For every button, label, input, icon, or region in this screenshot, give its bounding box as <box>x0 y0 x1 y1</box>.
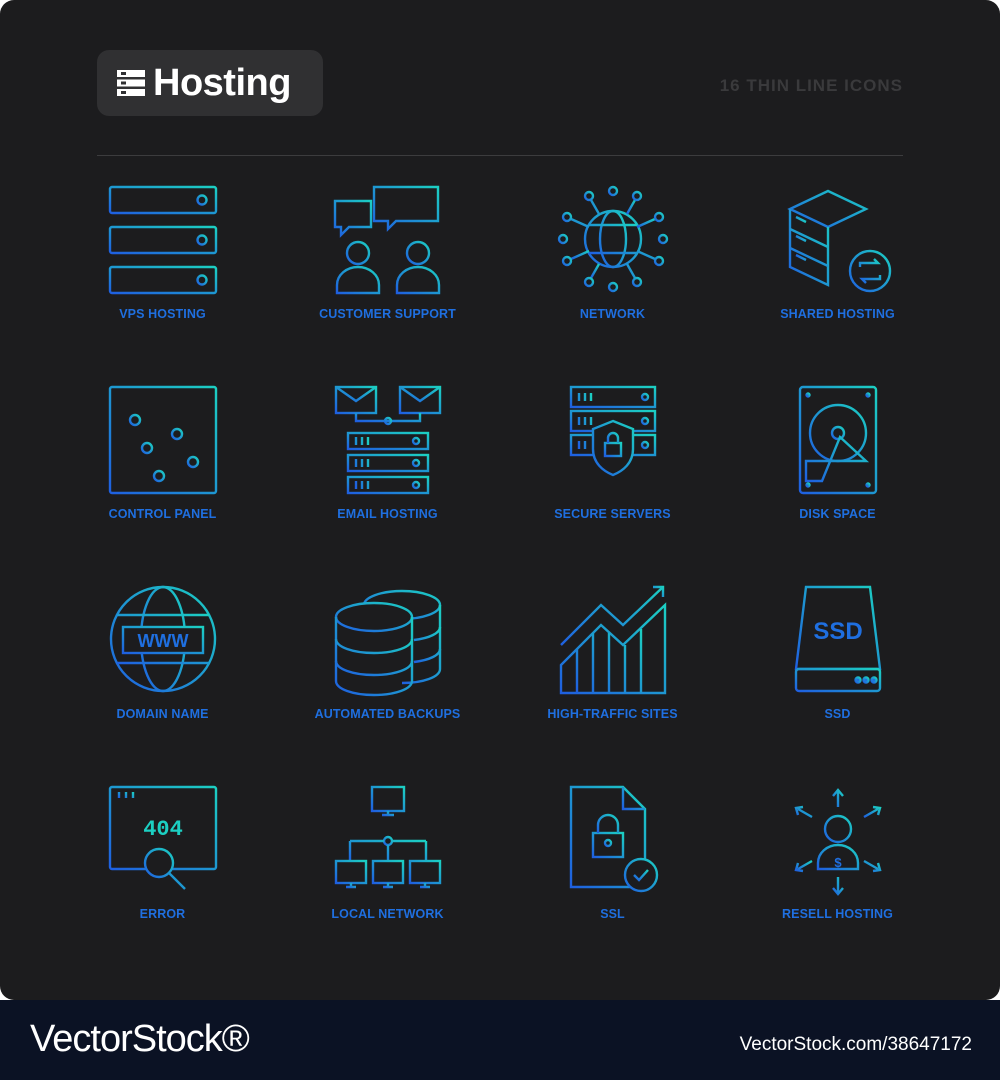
icon-grid: VPS HOSTING CUSTOMER SUPPORT NETWORK SHA… <box>0 0 1000 1000</box>
icon-label: AUTOMATED BACKUPS <box>314 707 461 721</box>
icon-label: NETWORK <box>579 307 646 321</box>
icon-tile-vps-hosting: VPS HOSTING <box>50 165 275 321</box>
icon-label: SSL <box>600 907 625 921</box>
ssd-text: SSD <box>813 618 862 645</box>
image-id: VectorStock.com/38647172 <box>739 1034 972 1055</box>
icon-tile-ssl: SSL <box>500 765 725 921</box>
icon-label: CUSTOMER SUPPORT <box>319 307 456 321</box>
icon-label: SHARED HOSTING <box>780 307 895 321</box>
icon-tile-network: NETWORK <box>500 165 725 321</box>
icon-tile-disk-space: DISK SPACE <box>725 365 950 521</box>
www-text: WWW <box>138 631 189 651</box>
icon-tile-customer-support: CUSTOMER SUPPORT <box>275 165 500 321</box>
icon-label: ERROR <box>139 907 186 921</box>
high-traffic-sites-icon <box>559 585 667 695</box>
local-network-icon <box>334 785 442 889</box>
vectorstock-logo: VectorStock® <box>30 1018 250 1060</box>
email-hosting-icon <box>334 385 442 495</box>
automated-backups-icon <box>334 589 442 697</box>
network-icon <box>557 185 669 293</box>
icon-tile-email-hosting: EMAIL HOSTING <box>275 365 500 521</box>
icon-label: HIGH-TRAFFIC SITES <box>547 707 678 721</box>
icon-label: EMAIL HOSTING <box>337 507 438 521</box>
icon-label: SECURE SERVERS <box>554 507 671 521</box>
icon-tile-high-traffic-sites: HIGH-TRAFFIC SITES <box>500 565 725 721</box>
error-icon: 404 <box>108 785 218 890</box>
currency-text: $ <box>834 855 842 870</box>
customer-support-icon <box>333 185 441 295</box>
icon-tile-control-panel: CONTROL PANEL <box>50 365 275 521</box>
icon-tile-domain-name: WWW DOMAIN NAME <box>50 565 275 721</box>
watermark-footer: VectorStock® VectorStock.com/38647172 <box>0 1000 1000 1080</box>
icon-label: VPS HOSTING <box>119 307 206 321</box>
control-panel-icon <box>108 385 218 495</box>
icon-tile-error: 404 ERROR <box>50 765 275 921</box>
shared-hosting-icon <box>787 189 892 293</box>
icon-label: CONTROL PANEL <box>108 507 217 521</box>
ssl-icon <box>569 785 659 893</box>
domain-name-icon: WWW <box>109 585 217 693</box>
icon-tile-local-network: LOCAL NETWORK <box>275 765 500 921</box>
icon-label: LOCAL NETWORK <box>331 907 444 921</box>
disk-space-icon <box>798 385 878 495</box>
icon-label: SSD <box>824 707 851 721</box>
icon-label: RESELL HOSTING <box>782 907 893 921</box>
vps-hosting-icon <box>108 185 218 295</box>
icon-tile-ssd: SSD SSD <box>725 565 950 721</box>
icon-set-card: Hosting 16 THIN LINE ICONS VPS HOSTING C… <box>0 0 1000 1000</box>
secure-servers-icon <box>569 385 657 489</box>
icon-tile-resell-hosting: $ RESELL HOSTING <box>725 765 950 921</box>
icon-tile-shared-hosting: SHARED HOSTING <box>725 165 950 321</box>
icon-label: DISK SPACE <box>799 507 876 521</box>
icon-label: DOMAIN NAME <box>116 707 209 721</box>
icon-tile-secure-servers: SECURE SERVERS <box>500 365 725 521</box>
resell-hosting-icon: $ <box>794 788 882 896</box>
ssd-icon: SSD <box>794 585 882 693</box>
icon-tile-automated-backups: AUTOMATED BACKUPS <box>275 565 500 721</box>
error-code-text: 404 <box>143 817 183 842</box>
